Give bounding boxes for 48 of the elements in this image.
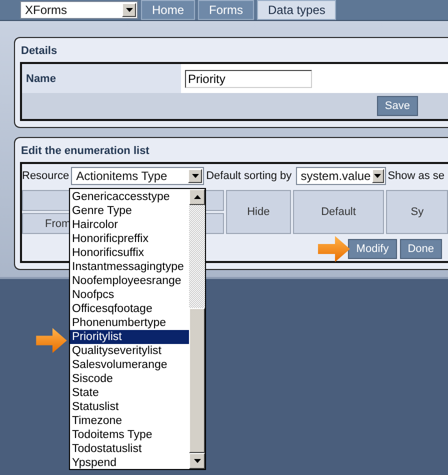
- list-option[interactable]: Statuslist: [70, 400, 189, 414]
- field-label: Name: [22, 64, 181, 93]
- field-label: Default sorting by: [206, 170, 292, 182]
- list-option[interactable]: Honorificsuffix: [70, 246, 189, 260]
- action-button[interactable]: Modify: [348, 239, 397, 259]
- list-option[interactable]: Instantmessagingtype: [70, 260, 189, 274]
- nav-tab[interactable]: Forms: [198, 0, 254, 20]
- nav-tab[interactable]: Data types: [257, 0, 336, 20]
- caret-icon[interactable]: [122, 3, 136, 17]
- arrow-icon: [36, 328, 67, 353]
- list-option[interactable]: Todostatuslist: [70, 442, 189, 456]
- list-option[interactable]: Timezone: [70, 414, 189, 428]
- list-option[interactable]: Ypspend: [70, 456, 189, 470]
- caret-icon[interactable]: [188, 169, 202, 183]
- resource-select[interactable]: Actionitems Type: [71, 167, 204, 185]
- list-option[interactable]: Salesvolumerange: [70, 358, 189, 372]
- list-option[interactable]: Honorificpreffix: [70, 232, 189, 246]
- column-header[interactable]: Default: [292, 190, 384, 234]
- list-option[interactable]: Phonenumbertype: [70, 316, 189, 330]
- field-label: Show as se: [388, 170, 445, 182]
- list-option[interactable]: Siscode: [70, 372, 189, 386]
- list-option[interactable]: Officesqfootage: [70, 302, 189, 316]
- caret-icon[interactable]: [372, 169, 384, 183]
- list-option[interactable]: Qualityseveritylist: [70, 344, 189, 358]
- scrollbar[interactable]: [189, 189, 205, 469]
- list-option[interactable]: Prioritylist: [70, 330, 189, 344]
- column-header[interactable]: Sy: [386, 190, 448, 234]
- list-option[interactable]: Genericaccesstype: [70, 190, 189, 204]
- list-option[interactable]: Noofemployeesrange: [70, 274, 189, 288]
- arrow-icon: [318, 236, 350, 262]
- action-button[interactable]: Done: [400, 239, 442, 259]
- list-option[interactable]: Genre Type: [70, 204, 189, 218]
- scroll-up-icon[interactable]: [189, 189, 205, 205]
- scrollbar-thumb[interactable]: [189, 308, 205, 453]
- list-option[interactable]: Todoitems Type: [70, 428, 189, 442]
- sorting-select[interactable]: system.value: [296, 167, 386, 185]
- column-header[interactable]: Hide: [226, 190, 291, 234]
- save-button[interactable]: Save: [376, 96, 418, 116]
- scroll-down-icon[interactable]: [189, 453, 205, 469]
- name-field[interactable]: Priority: [185, 70, 312, 88]
- nav-tab[interactable]: Home: [141, 0, 196, 20]
- app-select[interactable]: XForms: [20, 1, 138, 19]
- list-option[interactable]: Haircolor: [70, 218, 189, 232]
- field-label: Resource: [22, 170, 70, 182]
- panel-title: Edit the enumeration list: [21, 145, 150, 157]
- list-option[interactable]: Noofpcs: [70, 288, 189, 302]
- panel-title: Details: [21, 45, 58, 57]
- list-option[interactable]: State: [70, 386, 189, 400]
